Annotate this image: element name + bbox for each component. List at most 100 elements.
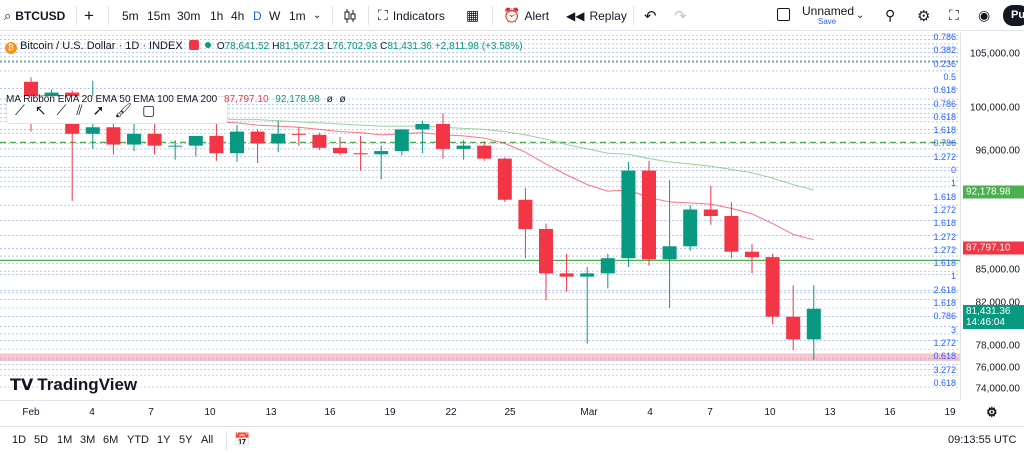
fib-level-label: 3.272 [933, 364, 956, 375]
candle-body [436, 124, 450, 149]
candle-body [85, 127, 100, 134]
interval-w[interactable]: W [269, 0, 280, 31]
goto-date-icon[interactable]: 📅 [234, 427, 250, 453]
interval-1h[interactable]: 1h [210, 0, 223, 31]
fib-level-label: 1 [950, 271, 956, 282]
ema100-price-tag: 92,178.98 [963, 185, 1024, 199]
interval-1m[interactable]: 1m [289, 0, 306, 31]
range-all[interactable]: All [201, 427, 213, 453]
alarm-clock-icon: ⏰ [503, 7, 521, 23]
utc-clock[interactable]: 09:13:55 UTC [948, 427, 1016, 453]
fib-level-label: 1.272 [933, 231, 956, 242]
fib-level-label: 1 [950, 178, 956, 189]
time-axis[interactable]: ⚙ Feb 4 7 10 13 16 19 22 25 Mar 4 7 10 13 16 19 [0, 400, 998, 425]
divider [108, 6, 109, 25]
layout-name[interactable]: Unnamed [802, 4, 854, 18]
candle-body [312, 134, 327, 148]
camera-icon[interactable]: ◉ [978, 0, 990, 31]
legend-title: Bitcoin / U.S. Dollar · 1D · INDEX [20, 40, 183, 52]
range-ytd[interactable]: YTD [127, 427, 149, 453]
symbol-search[interactable]: ⌕ BTCUSD [4, 0, 65, 31]
bitcoin-logo-icon: ₿ [5, 42, 17, 54]
layout-save-status: Save [818, 17, 837, 26]
alert-label: Alert [524, 8, 550, 23]
chevron-down-icon[interactable]: ⌄ [313, 0, 321, 31]
time-tick: 7 [148, 407, 154, 418]
time-tick: 10 [764, 407, 776, 418]
support-zone [0, 353, 960, 362]
settings-gear-icon[interactable]: ⚙ [917, 0, 930, 31]
price-chart[interactable] [0, 32, 960, 400]
fib-level-label: 0.618 [933, 377, 956, 388]
interval-15m[interactable]: 15m [147, 0, 170, 31]
undo-icon[interactable]: ↶ [644, 0, 657, 31]
time-tick: Feb [22, 407, 40, 418]
range-1d[interactable]: 1D [12, 427, 26, 453]
range-6m[interactable]: 6M [103, 427, 118, 453]
range-5y[interactable]: 5Y [179, 427, 192, 453]
price-tick: 85,000.00 [975, 264, 1021, 276]
candle-body [394, 129, 409, 152]
layout-checkbox[interactable] [777, 8, 790, 21]
candle-body [806, 308, 821, 340]
fib-level-label: 1.618 [933, 125, 956, 136]
divider [492, 6, 493, 25]
candle-body [147, 133, 162, 146]
indicators-button[interactable]: ⛶ Indicators [378, 0, 445, 31]
candle-body [250, 131, 265, 144]
range-1y[interactable]: 1Y [157, 427, 170, 453]
fib-level-label: 3 [950, 324, 956, 335]
redo-icon[interactable]: ↷ [674, 0, 687, 31]
ohlc-low: L76,702.93 [326, 41, 378, 52]
fib-level-label: 0.236 [933, 58, 956, 69]
candle-body [683, 209, 698, 247]
divider [226, 431, 227, 450]
range-1m[interactable]: 1M [57, 427, 72, 453]
range-5d[interactable]: 5D [34, 427, 48, 453]
ema200-value: ø [339, 94, 346, 105]
price-axis[interactable]: 105,000.00 100,000.00 96,000.00 85,000.00 82… [960, 32, 1024, 400]
divider [332, 6, 333, 25]
symbol-label: BTCUSD [15, 8, 66, 23]
indicators-icon: ⛶ [378, 7, 388, 23]
fib-level-label: 1.618 [933, 191, 956, 202]
divider [633, 6, 634, 25]
candle-body [518, 199, 533, 229]
interval-4h[interactable]: 4h [231, 0, 244, 31]
candle-body [786, 316, 801, 340]
ohlc-high: H81,567.23 [272, 41, 324, 52]
countdown-label: 14:46:04 [966, 317, 1005, 329]
chevron-down-icon[interactable]: ⌄ [856, 0, 864, 31]
interval-30m[interactable]: 30m [177, 0, 200, 31]
candle-body [559, 273, 574, 277]
candles-icon[interactable] [342, 0, 358, 31]
ema50-price-tag: 87,797.10 [963, 241, 1024, 255]
candle-body [168, 145, 183, 147]
range-3m[interactable]: 3M [80, 427, 95, 453]
chart-pane[interactable]: ₿ Bitcoin / U.S. Dollar · 1D · INDEX O78… [0, 32, 960, 400]
fib-level-label: 0.5 [943, 71, 956, 82]
quick-search-icon[interactable]: ⚲ [885, 0, 895, 31]
interval-d[interactable]: D [253, 0, 262, 31]
replay-button[interactable]: ◀◀ Replay [566, 0, 627, 31]
templates-grid-icon[interactable]: ▦ [466, 0, 479, 31]
fib-level-label: 1.272 [933, 204, 956, 215]
candle-body [600, 258, 615, 274]
publish-button[interactable]: Pu [1003, 5, 1024, 26]
divider [368, 6, 369, 25]
candle-body [580, 273, 595, 277]
compare-add-icon[interactable]: + [84, 0, 94, 31]
fullscreen-icon[interactable]: ⛶ [949, 0, 959, 31]
axis-settings-gear-icon[interactable]: ⚙ [986, 404, 998, 420]
interval-5m[interactable]: 5m [122, 0, 139, 31]
alert-button[interactable]: ⏰ Alert [503, 0, 549, 31]
price-tick: 76,000.00 [975, 362, 1021, 374]
candle-body [106, 127, 121, 145]
ma-ribbon-legend: MA Ribbon EMA 20 EMA 50 EMA 100 EMA 200 … [6, 94, 346, 105]
time-tick: 7 [707, 407, 713, 418]
candle-body [291, 133, 306, 135]
fib-level-label: 0.618 [933, 85, 956, 96]
fib-level-label: 1.272 [933, 337, 956, 348]
candle-body [642, 170, 656, 260]
fib-level-label: 0.618 [933, 111, 956, 122]
